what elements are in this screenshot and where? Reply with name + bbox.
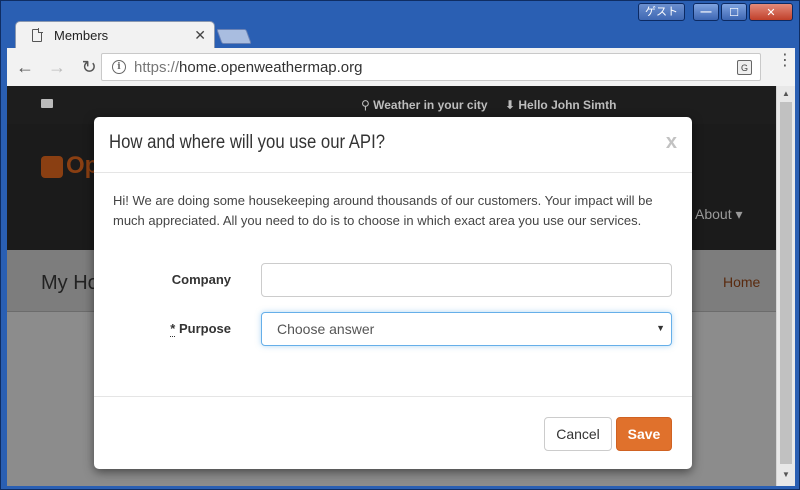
modal-body: Hi! We are doing some housekeeping aroun… [94,173,692,231]
sun-icon [41,155,63,178]
guest-profile-button[interactable]: ゲスト [638,3,685,21]
tab-close-icon[interactable]: ✕ [194,27,206,44]
user-menu[interactable]: ⬇ Hello John Simth [505,98,616,112]
mail-icon[interactable] [41,99,53,108]
forward-button[interactable]: → [43,53,71,81]
url-scheme: https:// [134,58,180,76]
scrollbar-thumb[interactable] [780,102,792,464]
chevron-down-icon: ▼ [656,323,665,333]
modal-title: How and where will you use our API? [109,132,386,153]
scroll-down-icon[interactable]: ▼ [782,470,790,479]
modal-description: Hi! We are doing some housekeeping aroun… [113,193,653,228]
minimize-button[interactable]: — [693,3,719,21]
modal-footer: Cancel Save [94,396,692,469]
tab-title: Members [54,27,109,43]
page-title: My Ho [41,272,99,294]
page-scrollbar[interactable]: ▲ ▼ [776,86,795,486]
breadcrumb-home[interactable]: Home [723,274,760,290]
close-window-button[interactable]: ✕ [749,3,793,21]
purpose-row: * Purpose Choose answer ▼ [94,312,692,346]
purpose-label-text: Purpose [178,321,231,336]
page-icon [32,27,43,42]
purpose-select[interactable]: Choose answer ▼ [261,312,672,346]
purpose-selected-value: Choose answer [277,321,375,337]
url-host: home.openweathermap.org [179,58,363,76]
back-button[interactable]: ← [11,53,39,81]
translate-icon[interactable]: G [737,60,752,75]
browser-tab[interactable]: Members ✕ [15,21,215,48]
user-greeting: Hello John Simth [518,98,617,112]
required-marker: * [170,321,176,337]
modal-close-button[interactable]: x [666,131,677,154]
address-bar[interactable]: i https:// home.openweathermap.org G [101,53,761,81]
site-logo[interactable]: Op [41,152,99,180]
company-input[interactable] [261,263,672,297]
nav-about[interactable]: About ▾ [695,206,743,223]
modal-header: How and where will you use our API? x [94,117,692,173]
browser-menu-icon[interactable]: ⋮ [777,53,793,69]
cancel-button[interactable]: Cancel [544,417,612,451]
browser-window: ゲスト — ☐ ✕ Members ✕ ← → ↻ i https:// hom… [0,0,800,490]
maximize-button[interactable]: ☐ [721,3,747,21]
company-label: Company [171,272,231,287]
new-tab-button[interactable] [216,29,252,44]
purpose-label: * Purpose [170,321,231,337]
reload-button[interactable]: ↻ [75,53,103,81]
info-icon[interactable]: i [112,60,126,74]
api-usage-modal: How and where will you use our API? x Hi… [94,117,692,469]
save-button[interactable]: Save [616,417,672,451]
weather-link-label: Weather in your city [373,98,488,112]
browser-toolbar: ← → ↻ i https:// home.openweathermap.org… [7,48,795,86]
company-row: Company [94,263,692,297]
window-controls: ゲスト — ☐ ✕ [638,3,793,21]
weather-link[interactable]: ⚲ Weather in your city [361,98,488,112]
scroll-up-icon[interactable]: ▲ [782,89,790,98]
